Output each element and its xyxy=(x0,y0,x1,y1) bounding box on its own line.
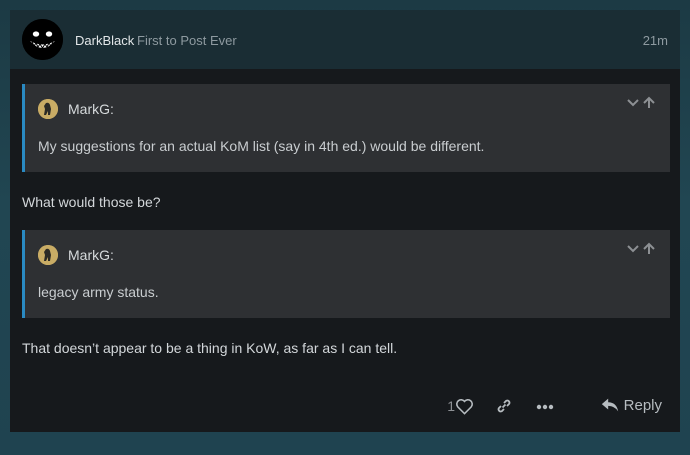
author-name[interactable]: DarkBlack xyxy=(75,33,134,48)
quote-controls xyxy=(626,96,658,113)
reply-arrow-icon xyxy=(601,398,618,412)
quote-text: My suggestions for an actual KoM list (s… xyxy=(38,138,485,154)
link-icon[interactable] xyxy=(495,397,513,415)
ellipsis-icon[interactable] xyxy=(536,404,554,410)
post-time[interactable]: 21m xyxy=(643,33,668,48)
chevron-down-icon[interactable] xyxy=(627,99,639,107)
user-avatar[interactable] xyxy=(22,19,63,60)
quote-author: MarkG: xyxy=(68,101,114,117)
post-paragraph: What would those be? xyxy=(22,194,161,210)
reply-label: Reply xyxy=(623,396,662,414)
arrow-up-icon[interactable] xyxy=(643,242,655,254)
like-count[interactable]: 1 xyxy=(447,398,455,414)
author-title: First to Post Ever xyxy=(137,33,237,48)
blockquote: MarkG: legacy army status. xyxy=(22,230,670,318)
reply-button[interactable]: Reply xyxy=(600,396,662,414)
bigfoot-icon xyxy=(38,99,58,119)
quote-avatar[interactable] xyxy=(38,245,58,265)
arrow-up-icon[interactable] xyxy=(643,96,655,108)
quote-avatar[interactable] xyxy=(38,99,58,119)
blockquote: MarkG: My suggestions for an actual KoM … xyxy=(22,84,670,172)
quote-author: MarkG: xyxy=(68,247,114,263)
heart-icon[interactable] xyxy=(455,397,474,416)
grinning-face-icon xyxy=(22,19,63,60)
post: DarkBlack First to Post Ever 21m MarkG: … xyxy=(10,10,680,432)
quote-controls xyxy=(626,242,658,259)
post-paragraph: That doesn’t appear to be a thing in KoW… xyxy=(22,340,398,356)
post-header: DarkBlack First to Post Ever 21m xyxy=(10,10,680,69)
quote-text: legacy army status. xyxy=(38,284,159,300)
chevron-down-icon[interactable] xyxy=(627,245,639,253)
post-actions: 1 Reply xyxy=(432,396,662,418)
bigfoot-icon xyxy=(38,245,58,265)
